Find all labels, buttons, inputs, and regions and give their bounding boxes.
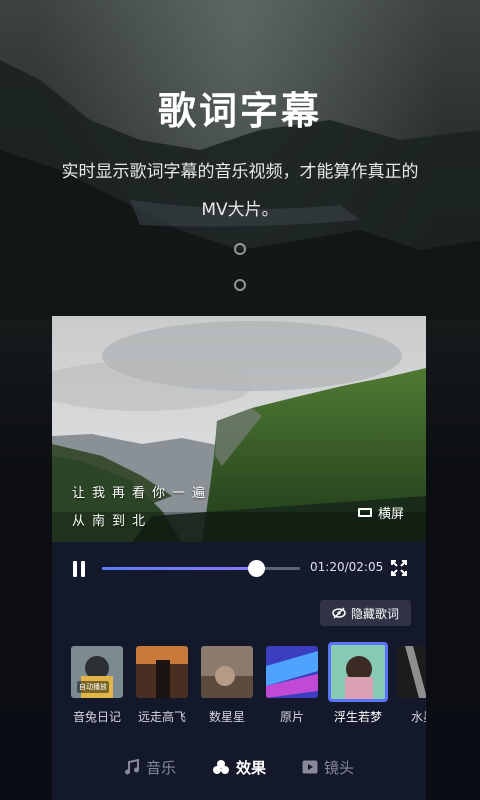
effect-label: 水墨 bbox=[410, 710, 426, 724]
tab-label: 效果 bbox=[235, 758, 266, 777]
progress-bar[interactable] bbox=[102, 560, 300, 577]
effect-item[interactable]: 原片 bbox=[265, 642, 319, 725]
progress-fill bbox=[102, 567, 257, 570]
hero-description: 实时显示歌词字幕的音乐视频，才能算作真正的 MV大片。 bbox=[44, 153, 436, 229]
landscape-button[interactable]: 横屏 bbox=[357, 503, 404, 522]
effect-item[interactable]: 自动播放 音兔日记 bbox=[70, 642, 124, 725]
effect-label: 远走高飞 bbox=[137, 710, 186, 724]
player-mockup: 让我再看你一遍 从南到北 横屏 01:20/02:05 隐藏歌词 自动播放 音兔… bbox=[52, 316, 426, 800]
effect-label: 数星星 bbox=[208, 710, 245, 724]
hide-lyrics-label: 隐藏歌词 bbox=[350, 606, 399, 621]
effect-label: 音兔日记 bbox=[72, 710, 121, 724]
video-preview[interactable]: 让我再看你一遍 从南到北 横屏 bbox=[52, 316, 426, 542]
effect-thumbnail: 自动播放 bbox=[71, 646, 123, 698]
eye-off-icon bbox=[332, 607, 346, 619]
effect-tag: 自动播放 bbox=[77, 681, 109, 693]
hero-title: 歌词字幕 bbox=[157, 89, 322, 133]
effect-thumbnail bbox=[328, 642, 388, 702]
bottom-tabbar: 音乐 效果 镜头 bbox=[52, 750, 426, 784]
effect-label: 浮生若梦 bbox=[333, 710, 382, 724]
hide-lyrics-button[interactable]: 隐藏歌词 bbox=[320, 600, 411, 626]
music-note-icon bbox=[124, 759, 139, 775]
effect-thumbnail bbox=[136, 646, 188, 698]
page-indicator-dot[interactable] bbox=[234, 243, 246, 255]
playback-controls: 01:20/02:05 bbox=[52, 548, 426, 588]
effect-item-selected[interactable]: 浮生若梦 bbox=[327, 642, 389, 725]
tab-label: 镜头 bbox=[324, 758, 355, 777]
tab-music[interactable]: 音乐 bbox=[124, 757, 176, 778]
page-indicator-dot[interactable] bbox=[234, 279, 246, 291]
effects-list: 自动播放 音兔日记 远走高飞 数星星 原片 浮生若梦 水 bbox=[52, 642, 426, 732]
progress-thumb[interactable] bbox=[248, 560, 266, 577]
tab-label: 音乐 bbox=[145, 758, 176, 777]
effect-item[interactable]: 水墨 bbox=[396, 642, 426, 725]
lyric-line-1: 让我再看你一遍 bbox=[72, 486, 213, 501]
lyric-line-2: 从南到北 bbox=[72, 514, 153, 529]
tab-camera[interactable]: 镜头 bbox=[302, 757, 354, 778]
hero-description-line-2: MV大片。 bbox=[201, 200, 279, 220]
hero-description-line-1: 实时显示歌词字幕的音乐视频，才能算作真正的 bbox=[61, 162, 419, 182]
tab-effects[interactable]: 效果 bbox=[212, 757, 266, 778]
playback-time: 01:20/02:05 bbox=[310, 560, 384, 574]
effect-thumbnail bbox=[397, 646, 426, 698]
effect-item[interactable]: 数星星 bbox=[200, 642, 254, 725]
effect-thumbnail bbox=[201, 646, 253, 698]
effects-icon bbox=[212, 760, 229, 774]
landscape-icon bbox=[357, 508, 372, 517]
effect-label: 原片 bbox=[279, 710, 304, 724]
effect-item[interactable]: 远走高飞 bbox=[135, 642, 189, 725]
pause-icon[interactable] bbox=[72, 561, 86, 577]
fullscreen-icon[interactable] bbox=[391, 560, 407, 576]
effect-thumbnail bbox=[266, 646, 318, 698]
landscape-label: 横屏 bbox=[377, 507, 404, 522]
play-icon bbox=[302, 760, 318, 774]
